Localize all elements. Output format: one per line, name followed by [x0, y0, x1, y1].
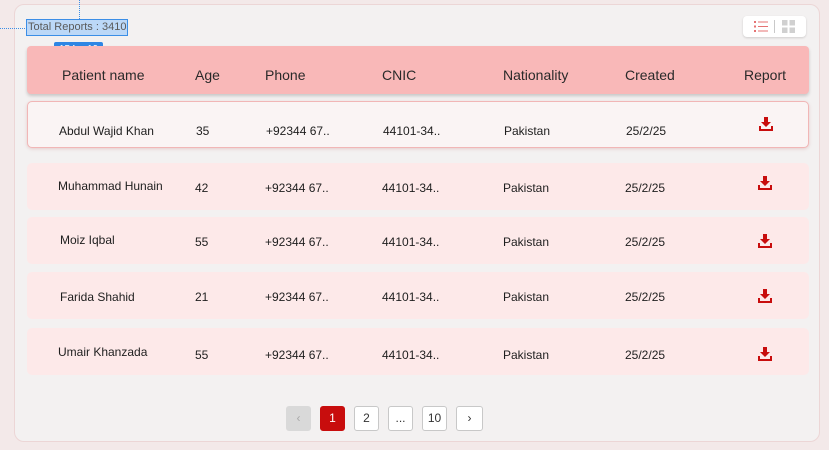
table-header: Patient name Age Phone CNIC Nationality …: [27, 46, 809, 94]
guide-line-vertical: [79, 0, 80, 19]
patient-cnic: 44101-34..: [382, 181, 440, 195]
patient-name: Abdul Wajid Khan: [59, 124, 154, 138]
toggle-divider: [774, 20, 775, 33]
patient-age: 55: [195, 348, 209, 362]
patient-name: Umair Khanzada: [58, 345, 148, 359]
patient-phone: +92344 67..: [265, 181, 329, 195]
created-date: 25/2/25: [625, 348, 666, 362]
download-report-icon[interactable]: [759, 117, 773, 131]
created-date: 25/2/25: [625, 181, 666, 195]
patient-age: 21: [195, 290, 209, 304]
created-date: 25/2/25: [626, 124, 667, 138]
patient-cnic: 44101-34..: [383, 124, 441, 138]
prev-page-button[interactable]: ‹: [286, 406, 311, 431]
download-report-icon[interactable]: [758, 234, 772, 248]
table-row[interactable]: Umair Khanzada 55 +92344 67.. 44101-34..…: [27, 328, 809, 375]
table-row[interactable]: Moiz Iqbal 55 +92344 67.. 44101-34.. Pak…: [27, 217, 809, 264]
column-header-phone[interactable]: Phone: [265, 46, 305, 104]
patient-age: 42: [195, 181, 209, 195]
column-header-report: Report: [744, 67, 787, 83]
table-row[interactable]: Abdul Wajid Khan 35 +92344 67.. 44101-34…: [27, 101, 809, 148]
patient-name: Muhammad Hunain: [58, 179, 163, 193]
column-header-created[interactable]: Created: [625, 46, 675, 104]
patient-nationality: Pakistan: [503, 348, 550, 362]
page-button-10[interactable]: 10: [422, 406, 447, 431]
total-reports-label: Total Reports : 3410: [25, 19, 129, 36]
download-report-icon[interactable]: [758, 289, 772, 303]
created-date: 25/2/25: [625, 235, 666, 249]
grid-view-icon[interactable]: [782, 20, 795, 33]
created-date: 25/2/25: [625, 290, 666, 304]
patient-nationality: Pakistan: [503, 235, 550, 249]
page-button-1[interactable]: 1: [320, 406, 345, 431]
patient-phone: +92344 67..: [265, 348, 329, 362]
patient-phone: +92344 67..: [265, 290, 329, 304]
patient-age: 55: [195, 235, 209, 249]
patient-nationality: Pakistan: [504, 124, 551, 138]
view-toggle: [743, 16, 806, 37]
patient-name: Farida Shahid: [60, 290, 135, 304]
patient-cnic: 44101-34..: [382, 290, 440, 304]
page-button-2[interactable]: 2: [354, 406, 379, 431]
guide-line-horizontal: [0, 28, 27, 29]
patient-nationality: Pakistan: [503, 181, 550, 195]
table-row[interactable]: Muhammad Hunain 42 +92344 67.. 44101-34.…: [27, 163, 809, 210]
download-report-icon[interactable]: [758, 176, 772, 190]
patient-nationality: Pakistan: [503, 290, 550, 304]
column-header-age[interactable]: Age: [195, 46, 220, 104]
page-ellipsis[interactable]: ...: [388, 406, 413, 431]
patient-cnic: 44101-34..: [382, 348, 440, 362]
patient-name: Moiz Iqbal: [60, 233, 115, 247]
next-page-button[interactable]: ›: [456, 406, 483, 431]
column-header-nationality[interactable]: Nationality: [503, 46, 568, 104]
patient-age: 35: [196, 124, 210, 138]
patient-phone: +92344 67..: [266, 124, 330, 138]
column-header-cnic[interactable]: CNIC: [382, 46, 416, 104]
table-row[interactable]: Farida Shahid 21 +92344 67.. 44101-34.. …: [27, 272, 809, 319]
column-header-patient-name[interactable]: Patient name: [62, 46, 145, 104]
download-report-icon[interactable]: [758, 347, 772, 361]
list-view-icon[interactable]: [754, 20, 768, 33]
patient-cnic: 44101-34..: [382, 235, 440, 249]
patient-phone: +92344 67..: [265, 235, 329, 249]
